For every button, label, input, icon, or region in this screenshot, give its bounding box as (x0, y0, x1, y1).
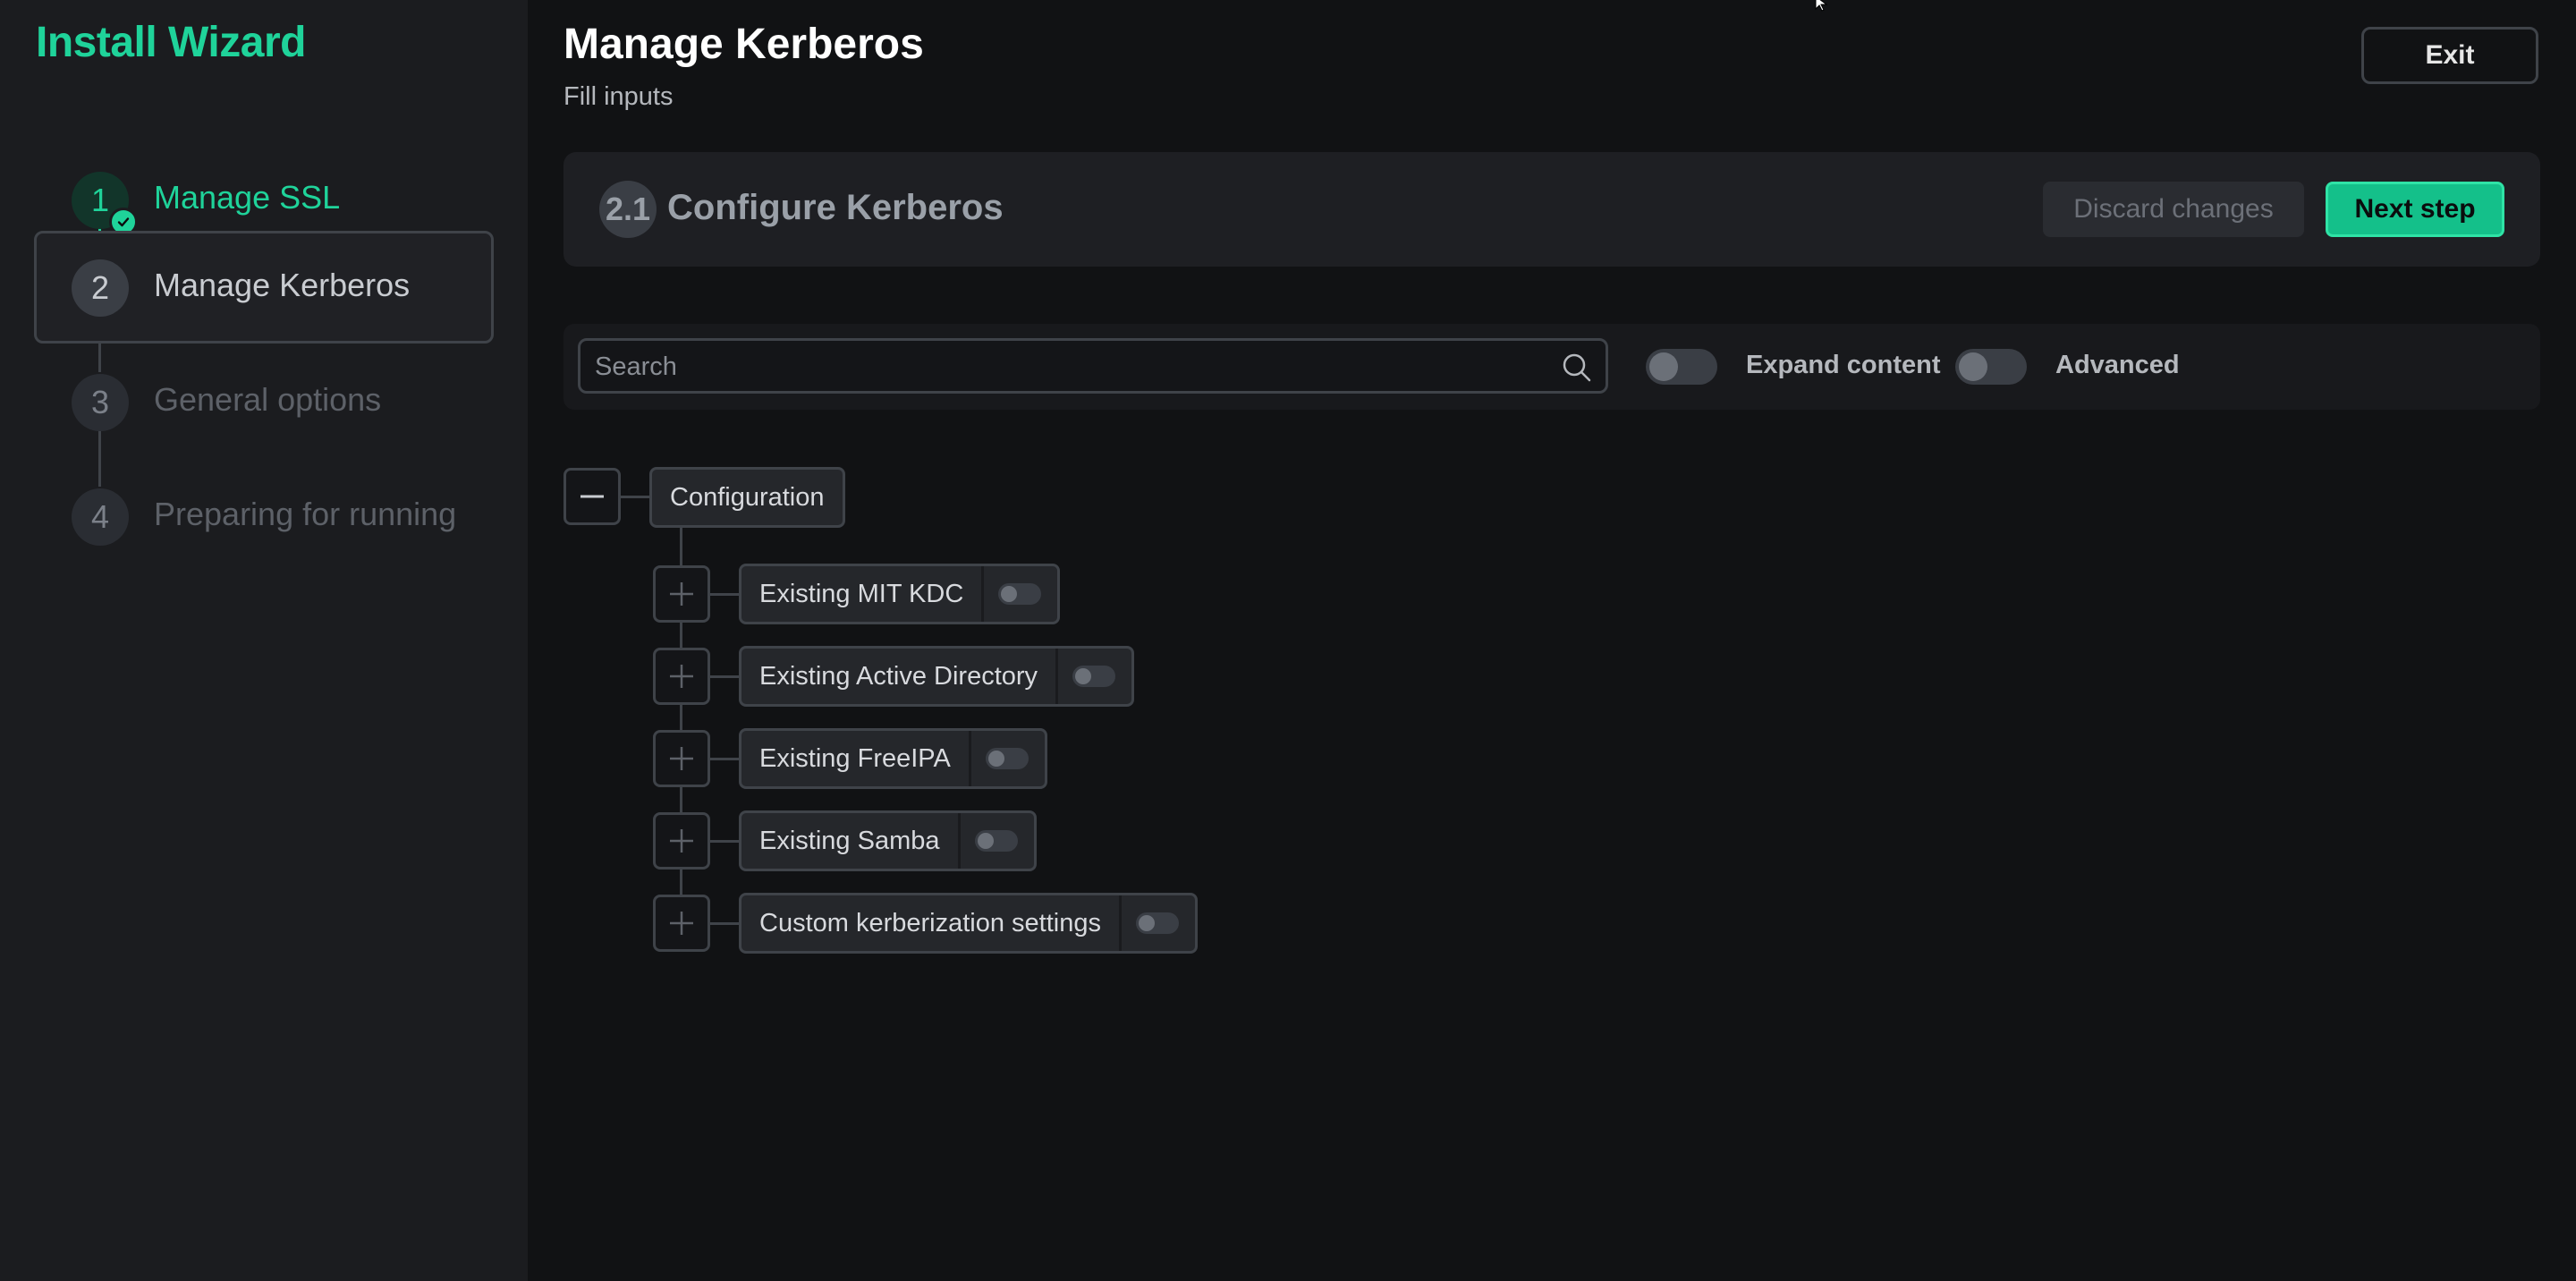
toolbar: Expand content Advanced (564, 324, 2540, 410)
expand-button[interactable] (653, 648, 710, 705)
node-label: Custom kerberization settings (759, 908, 1101, 937)
plus-icon (670, 912, 693, 935)
toggle-switch (985, 748, 1029, 769)
step-label: Manage SSL (154, 179, 341, 216)
discard-changes-button[interactable]: Discard changes (2043, 182, 2304, 237)
step-label: General options (154, 381, 382, 418)
toggle-switch (974, 830, 1018, 852)
step-number: 3 (72, 374, 129, 431)
section-title: Configure Kerberos (667, 188, 1004, 227)
expand-content-label: Expand content (1746, 351, 1941, 379)
node-label: Existing Samba (759, 826, 940, 855)
page-title: Manage Kerberos (564, 21, 924, 68)
toggle-switch (1136, 912, 1179, 934)
expand-button[interactable] (653, 812, 710, 870)
node-label: Configuration (670, 482, 825, 512)
toggle-knob (1139, 915, 1155, 931)
step-manage-kerberos[interactable]: 2 Manage Kerberos (34, 231, 494, 344)
mouse-cursor-icon (1815, 0, 1828, 12)
expand-button[interactable] (653, 895, 710, 952)
tree-line (710, 675, 741, 678)
tree-line (710, 840, 741, 843)
step-number: 4 (72, 488, 129, 546)
toggle-knob (1075, 668, 1092, 684)
step-general-options[interactable]: 3 General options (34, 345, 494, 458)
section-header: 2.1 Configure Kerberos Discard changes N… (564, 152, 2540, 267)
plus-icon (670, 665, 693, 688)
minus-icon (580, 495, 604, 498)
tree-node-existing-mit-kdc[interactable]: Existing MIT KDC (739, 564, 1061, 624)
search-box (578, 338, 1608, 394)
expand-button[interactable] (653, 730, 710, 787)
toggle-knob (1649, 352, 1678, 381)
toggle-knob (1001, 586, 1018, 602)
tree-line (710, 593, 741, 596)
search-input[interactable] (593, 341, 1545, 393)
advanced-toggle[interactable] (1955, 349, 2027, 385)
sidebar: Install Wizard 1 Manage SSL 2 Manage Ker… (0, 0, 528, 1281)
search-icon[interactable] (1561, 352, 1593, 384)
exit-button[interactable]: Exit (2361, 27, 2538, 84)
next-step-button[interactable]: Next step (2326, 182, 2504, 237)
page-subtitle: Fill inputs (564, 82, 674, 111)
expand-button[interactable] (653, 565, 710, 623)
node-toggle[interactable] (1119, 895, 1195, 951)
node-toggle[interactable] (981, 566, 1057, 622)
plus-icon (670, 747, 693, 770)
app-title: Install Wizard (36, 19, 306, 66)
node-label: Existing MIT KDC (759, 579, 964, 608)
node-toggle[interactable] (968, 731, 1045, 786)
tree-line (710, 758, 741, 760)
step-label: Preparing for running (154, 496, 457, 532)
tree-line (621, 496, 651, 498)
tree-line (710, 922, 741, 925)
plus-icon (670, 829, 693, 853)
node-toggle[interactable] (1055, 649, 1131, 704)
section-number: 2.1 (599, 181, 657, 238)
advanced-label: Advanced (2055, 351, 2180, 379)
toggle-switch (1072, 666, 1116, 687)
toggle-knob (977, 833, 994, 849)
collapse-button[interactable] (564, 468, 621, 525)
node-label: Existing Active Directory (759, 661, 1038, 691)
step-label: Manage Kerberos (154, 267, 411, 303)
toggle-knob (987, 751, 1004, 767)
tree-node-existing-samba[interactable]: Existing Samba (739, 810, 1037, 871)
step-preparing-for-running[interactable]: 4 Preparing for running (34, 460, 494, 573)
node-label: Existing FreeIPA (759, 743, 951, 773)
expand-content-toggle[interactable] (1646, 349, 1717, 385)
plus-icon (670, 582, 693, 606)
step-number: 2 (72, 259, 129, 317)
tree-node-configuration[interactable]: Configuration (649, 467, 845, 528)
toggle-knob (1959, 352, 1987, 381)
tree-node-custom-kerberization-settings[interactable]: Custom kerberization settings (739, 893, 1198, 954)
node-toggle[interactable] (957, 813, 1034, 869)
tree-node-existing-active-directory[interactable]: Existing Active Directory (739, 646, 1135, 707)
toggle-switch (998, 583, 1042, 605)
tree-node-existing-freeipa[interactable]: Existing FreeIPA (739, 728, 1047, 789)
